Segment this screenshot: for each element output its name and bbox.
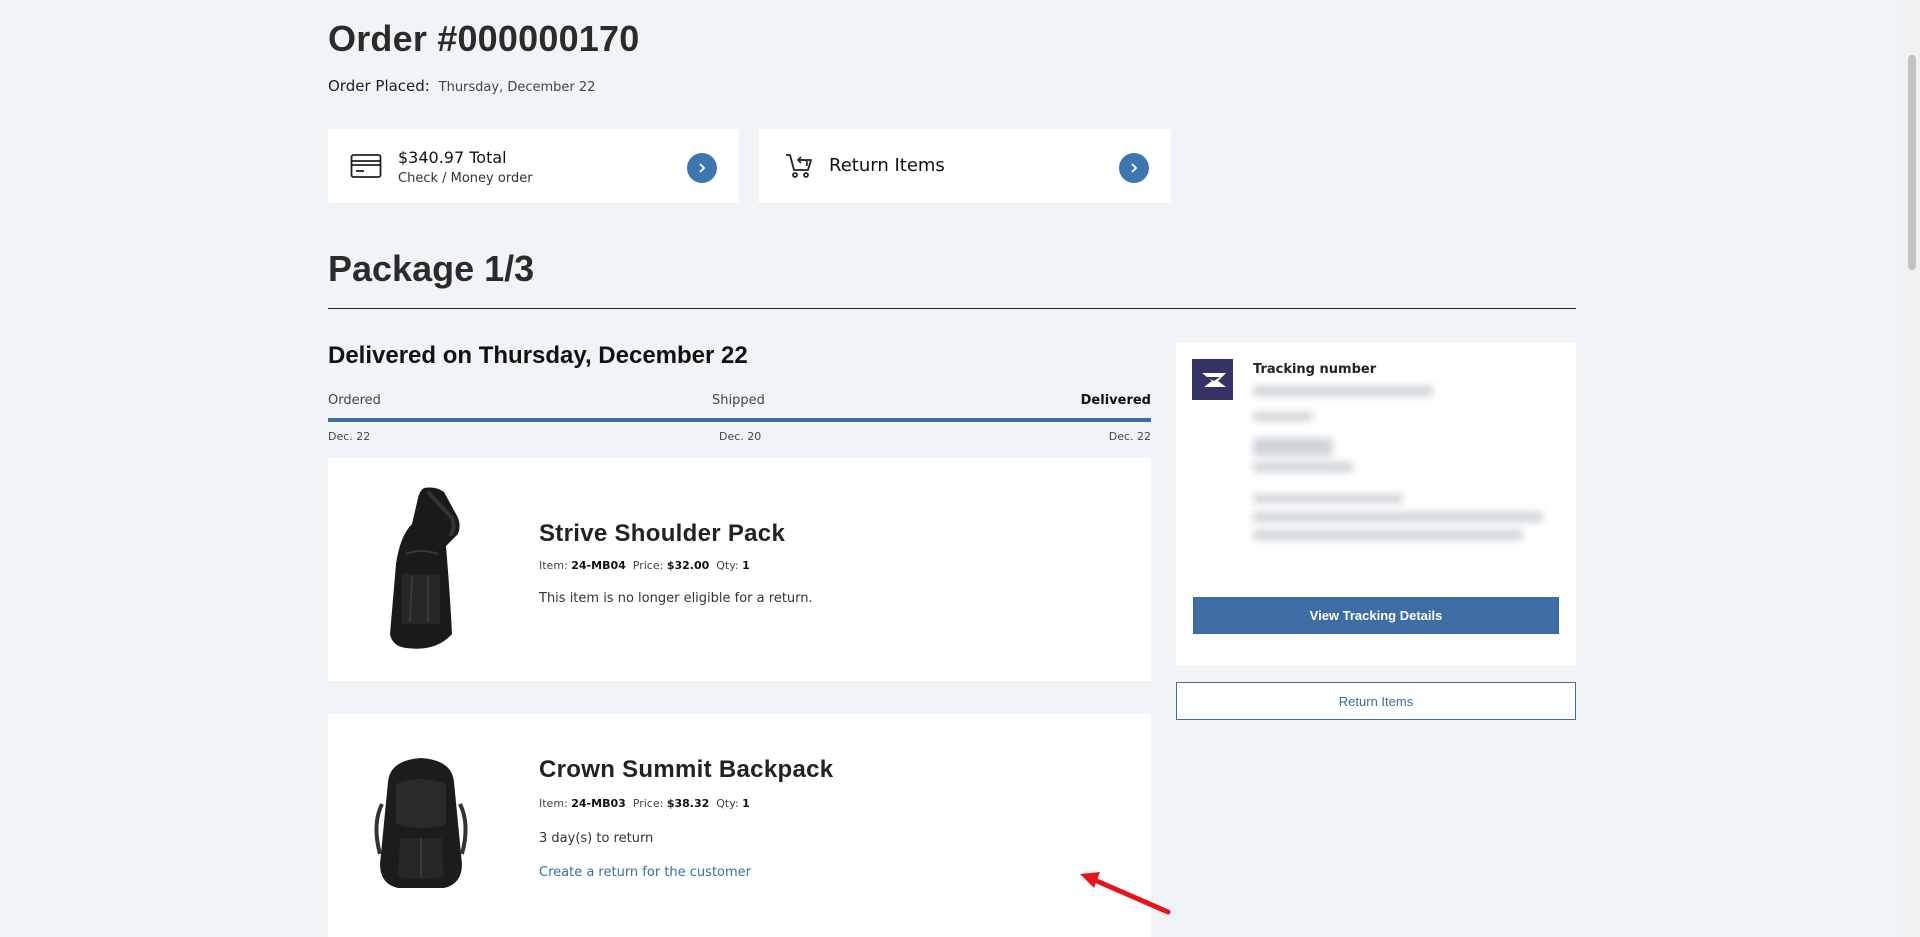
step-shipped-date: Dec. 20 xyxy=(719,430,762,443)
item-meta: Item: 24-MB03 Price: $38.32 Qty: 1 xyxy=(539,797,750,810)
item-qty: 1 xyxy=(742,797,750,810)
create-return-link[interactable]: Create a return for the customer xyxy=(539,865,751,880)
list-item: Strive Shoulder Pack Item: 24-MB04 Price… xyxy=(328,458,1151,681)
order-total-card[interactable]: $340.97 Total Check / Money order xyxy=(328,129,739,203)
item-qty-label: Qty: xyxy=(716,559,739,572)
product-image xyxy=(366,484,476,654)
redacted-tracking-details xyxy=(1245,382,1545,552)
step-ordered-date: Dec. 22 xyxy=(328,430,371,443)
step-delivered-date: Dec. 22 xyxy=(1108,430,1151,443)
shipment-progress: Ordered Shipped Delivered Dec. 22 Dec. 2… xyxy=(328,393,1151,443)
chevron-right-icon[interactable] xyxy=(687,153,717,183)
item-sku-label: Item: xyxy=(539,797,568,810)
item-price-label: Price: xyxy=(632,797,664,810)
product-image xyxy=(366,754,476,894)
cart-return-icon xyxy=(784,151,816,179)
progress-bar xyxy=(328,418,1151,422)
item-name: Crown Summit Backpack xyxy=(539,756,834,783)
chevron-right-icon[interactable] xyxy=(1119,153,1149,183)
order-page: Order #000000170 Order Placed: Thursday,… xyxy=(328,0,1576,937)
return-items-card[interactable]: Return Items xyxy=(759,129,1171,203)
divider xyxy=(328,308,1576,309)
usps-eagle-icon xyxy=(1192,359,1233,400)
order-title: Order #000000170 xyxy=(328,18,640,59)
order-total: $340.97 Total xyxy=(398,148,507,167)
order-placed: Order Placed: Thursday, December 22 xyxy=(328,77,595,95)
return-items-label: Return Items xyxy=(829,155,945,176)
step-ordered-label: Ordered xyxy=(328,393,381,408)
item-qty-label: Qty: xyxy=(716,797,739,810)
step-shipped-label: Shipped xyxy=(712,393,765,408)
item-price: $38.32 xyxy=(666,797,710,810)
tracking-number-label: Tracking number xyxy=(1253,362,1377,377)
package-title: Package 1/3 xyxy=(328,248,535,289)
scrollbar-thumb[interactable] xyxy=(1908,55,1916,270)
item-meta: Item: 24-MB04 Price: $32.00 Qty: 1 xyxy=(539,559,750,572)
order-placed-label: Order Placed: xyxy=(328,77,430,95)
item-name: Strive Shoulder Pack xyxy=(539,520,786,547)
item-price-label: Price: xyxy=(632,559,664,572)
credit-card-icon xyxy=(350,153,382,181)
item-price: $32.00 xyxy=(666,559,710,572)
order-placed-date: Thursday, December 22 xyxy=(438,80,596,95)
return-eligibility-note: This item is no longer eligible for a re… xyxy=(539,591,813,606)
return-days-note: 3 day(s) to return xyxy=(539,831,654,846)
item-sku: 24-MB03 xyxy=(571,797,626,810)
payment-method: Check / Money order xyxy=(398,171,533,186)
step-delivered-label: Delivered xyxy=(1080,393,1151,408)
tracking-card: Tracking number View Tracking Details xyxy=(1176,342,1576,666)
scrollbar[interactable] xyxy=(1903,0,1920,937)
delivery-status-heading: Delivered on Thursday, December 22 xyxy=(328,342,748,369)
return-items-button[interactable]: Return Items xyxy=(1176,682,1576,720)
item-sku: 24-MB04 xyxy=(571,559,626,572)
item-sku-label: Item: xyxy=(539,559,568,572)
list-item: Crown Summit Backpack Item: 24-MB03 Pric… xyxy=(328,714,1151,937)
item-qty: 1 xyxy=(742,559,750,572)
view-tracking-details-button[interactable]: View Tracking Details xyxy=(1193,597,1559,634)
